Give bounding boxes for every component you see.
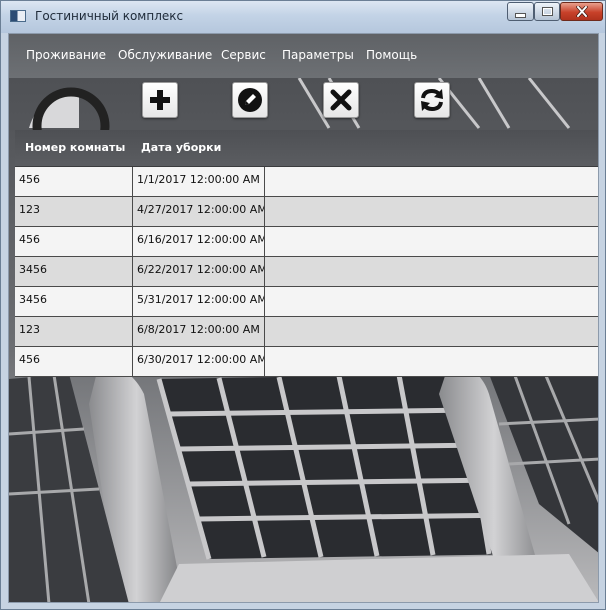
table-row[interactable]: 456 6/16/2017 12:00:00 AM: [15, 227, 598, 257]
empty-cell: [265, 197, 598, 226]
table-row[interactable]: 3456 6/22/2017 12:00:00 AM: [15, 257, 598, 287]
column-header-room-number[interactable]: Номер комнаты: [25, 141, 125, 154]
edit-button[interactable]: [232, 82, 268, 118]
empty-cell: [265, 347, 598, 376]
client-area: Проживание Обслуживание Сервис Параметры…: [8, 33, 599, 603]
menu-item-maintenance[interactable]: Обслуживание: [118, 48, 212, 62]
table-row[interactable]: 3456 5/31/2017 12:00:00 AM: [15, 287, 598, 317]
cleaning-date-cell[interactable]: 5/31/2017 12:00:00 AM: [133, 287, 265, 316]
column-header-cleaning-date[interactable]: Дата уборки: [141, 141, 221, 154]
menu-item-service[interactable]: Сервис: [221, 48, 266, 62]
room-number-cell[interactable]: 456: [15, 347, 133, 376]
table-row[interactable]: 123 6/8/2017 12:00:00 AM: [15, 317, 598, 347]
table-header: Номер комнаты Дата уборки: [15, 130, 598, 167]
refresh-button[interactable]: [414, 82, 450, 118]
cleaning-date-cell[interactable]: 6/16/2017 12:00:00 AM: [133, 227, 265, 256]
table-row[interactable]: 123 4/27/2017 12:00:00 AM: [15, 197, 598, 227]
room-number-cell[interactable]: 123: [15, 317, 133, 346]
menu-item-parameters[interactable]: Параметры: [282, 48, 354, 62]
menu-item-help[interactable]: Помощь: [366, 48, 417, 62]
title-bar[interactable]: Гостиничный комплекс: [1, 1, 605, 33]
add-button[interactable]: [142, 82, 178, 118]
cleaning-date-cell[interactable]: 6/8/2017 12:00:00 AM: [133, 317, 265, 346]
menu-bar: Проживание Обслуживание Сервис Параметры…: [9, 34, 598, 78]
menu-item-accommodation[interactable]: Проживание: [26, 48, 106, 62]
maximize-button[interactable]: [534, 2, 560, 21]
cleaning-date-cell[interactable]: 6/22/2017 12:00:00 AM: [133, 257, 265, 286]
room-number-cell[interactable]: 3456: [15, 257, 133, 286]
cleaning-date-cell[interactable]: 1/1/2017 12:00:00 AM: [133, 167, 265, 196]
minimize-button[interactable]: [507, 2, 534, 21]
empty-cell: [265, 257, 598, 286]
pencil-icon: [238, 88, 262, 112]
empty-cell: [265, 227, 598, 256]
app-window: Гостиничный комплекс Проживание Обслужив…: [0, 0, 606, 610]
close-button[interactable]: [560, 2, 603, 21]
delete-x-icon: [330, 89, 352, 111]
empty-cell: [265, 167, 598, 196]
room-number-cell[interactable]: 456: [15, 167, 133, 196]
cleaning-date-cell[interactable]: 4/27/2017 12:00:00 AM: [133, 197, 265, 226]
empty-cell: [265, 287, 598, 316]
cleaning-table: Номер комнаты Дата уборки 456 1/1/2017 1…: [15, 130, 598, 377]
room-number-cell[interactable]: 123: [15, 197, 133, 226]
cleaning-date-cell[interactable]: 6/30/2017 12:00:00 AM: [133, 347, 265, 376]
close-icon: [575, 6, 588, 17]
window-title: Гостиничный комплекс: [35, 9, 184, 23]
delete-button[interactable]: [323, 82, 359, 118]
room-number-cell[interactable]: 3456: [15, 287, 133, 316]
minimize-icon: [515, 13, 526, 18]
app-window-icon[interactable]: [10, 10, 26, 22]
empty-cell: [265, 317, 598, 346]
maximize-icon: [541, 7, 553, 16]
room-number-cell[interactable]: 456: [15, 227, 133, 256]
table-row[interactable]: 456 6/30/2017 12:00:00 AM: [15, 347, 598, 377]
table-row[interactable]: 456 1/1/2017 12:00:00 AM: [15, 167, 598, 197]
toolbar: [9, 78, 598, 128]
refresh-icon: [421, 88, 443, 112]
plus-icon: [150, 90, 170, 110]
